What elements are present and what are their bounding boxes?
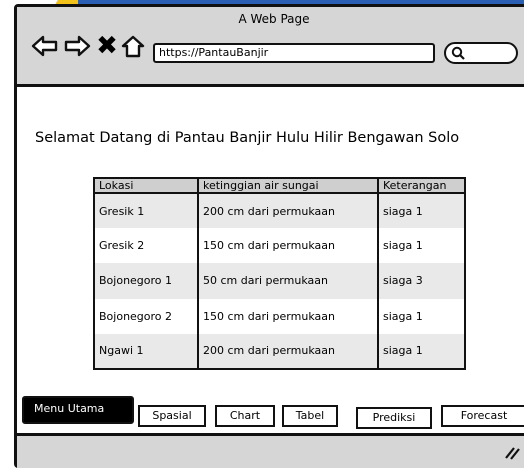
cell-ketinggian: 150 cm dari permukaan — [198, 228, 379, 264]
search-icon — [451, 46, 465, 60]
cell-keterangan: siaga 1 — [378, 228, 466, 264]
forward-button[interactable] — [62, 32, 92, 60]
window-title-wrap: A Web Page — [0, 12, 524, 26]
cell-lokasi: Bojonegoro 1 — [94, 263, 199, 299]
back-button[interactable] — [30, 32, 60, 60]
cell-keterangan: siaga 3 — [378, 263, 466, 299]
cell-ketinggian: 150 cm dari permukaan — [198, 298, 379, 334]
table-row: Bojonegoro 2 150 cm dari permukaan siaga… — [94, 298, 466, 334]
flood-level-table: Lokasi ketinggian air sungai Keterangan … — [93, 177, 466, 370]
tab-prediksi[interactable]: Prediksi — [356, 407, 432, 429]
table-row: Gresik 2 150 cm dari permukaan siaga 1 — [94, 228, 466, 264]
cell-keterangan: siaga 1 — [378, 298, 466, 334]
column-header-ketinggian: ketinggian air sungai — [198, 178, 379, 194]
home-button[interactable] — [118, 32, 148, 60]
cell-lokasi: Gresik 2 — [94, 228, 199, 264]
tab-chart[interactable]: Chart — [215, 405, 275, 427]
arrow-right-icon — [64, 35, 91, 57]
tab-forecast[interactable]: Forecast — [441, 405, 524, 427]
table-row: Gresik 1 200 cm dari permukaan siaga 1 — [94, 193, 466, 229]
arrow-left-icon — [31, 35, 58, 57]
cell-ketinggian: 200 cm dari permukaan — [198, 193, 379, 229]
resize-grip-icon[interactable] — [500, 444, 520, 460]
home-icon — [121, 35, 145, 58]
address-bar[interactable]: https://PantauBanjir — [153, 43, 435, 63]
page-heading: Selamat Datang di Pantau Banjir Hulu Hil… — [35, 130, 460, 146]
cell-lokasi: Ngawi 1 — [94, 333, 199, 369]
cell-ketinggian: 200 cm dari permukaan — [198, 333, 379, 369]
cell-lokasi: Bojonegoro 2 — [94, 298, 199, 334]
column-header-keterangan: Keterangan — [378, 178, 466, 194]
close-icon: ✖ — [96, 31, 118, 61]
column-header-lokasi: Lokasi — [94, 178, 199, 194]
cell-ketinggian: 50 cm dari permukaan — [198, 263, 379, 299]
table-row: Ngawi 1 200 cm dari permukaan siaga 1 — [94, 333, 466, 369]
table-header-row: Lokasi ketinggian air sungai Keterangan — [94, 178, 466, 194]
window-title: A Web Page — [238, 12, 310, 26]
status-bar — [17, 433, 524, 468]
table-row: Bojonegoro 1 50 cm dari permukaan siaga … — [94, 263, 466, 299]
cell-keterangan: siaga 1 — [378, 333, 466, 369]
tab-tabel[interactable]: Tabel — [282, 405, 338, 427]
tab-menu-utama[interactable]: Menu Utama — [22, 396, 134, 424]
tab-spasial[interactable]: Spasial — [138, 405, 206, 427]
search-field[interactable] — [444, 42, 518, 64]
cell-lokasi: Gresik 1 — [94, 193, 199, 229]
screen: A Web Page ✖ https://PantauBanjir Selama… — [0, 0, 524, 468]
cell-keterangan: siaga 1 — [378, 193, 466, 229]
